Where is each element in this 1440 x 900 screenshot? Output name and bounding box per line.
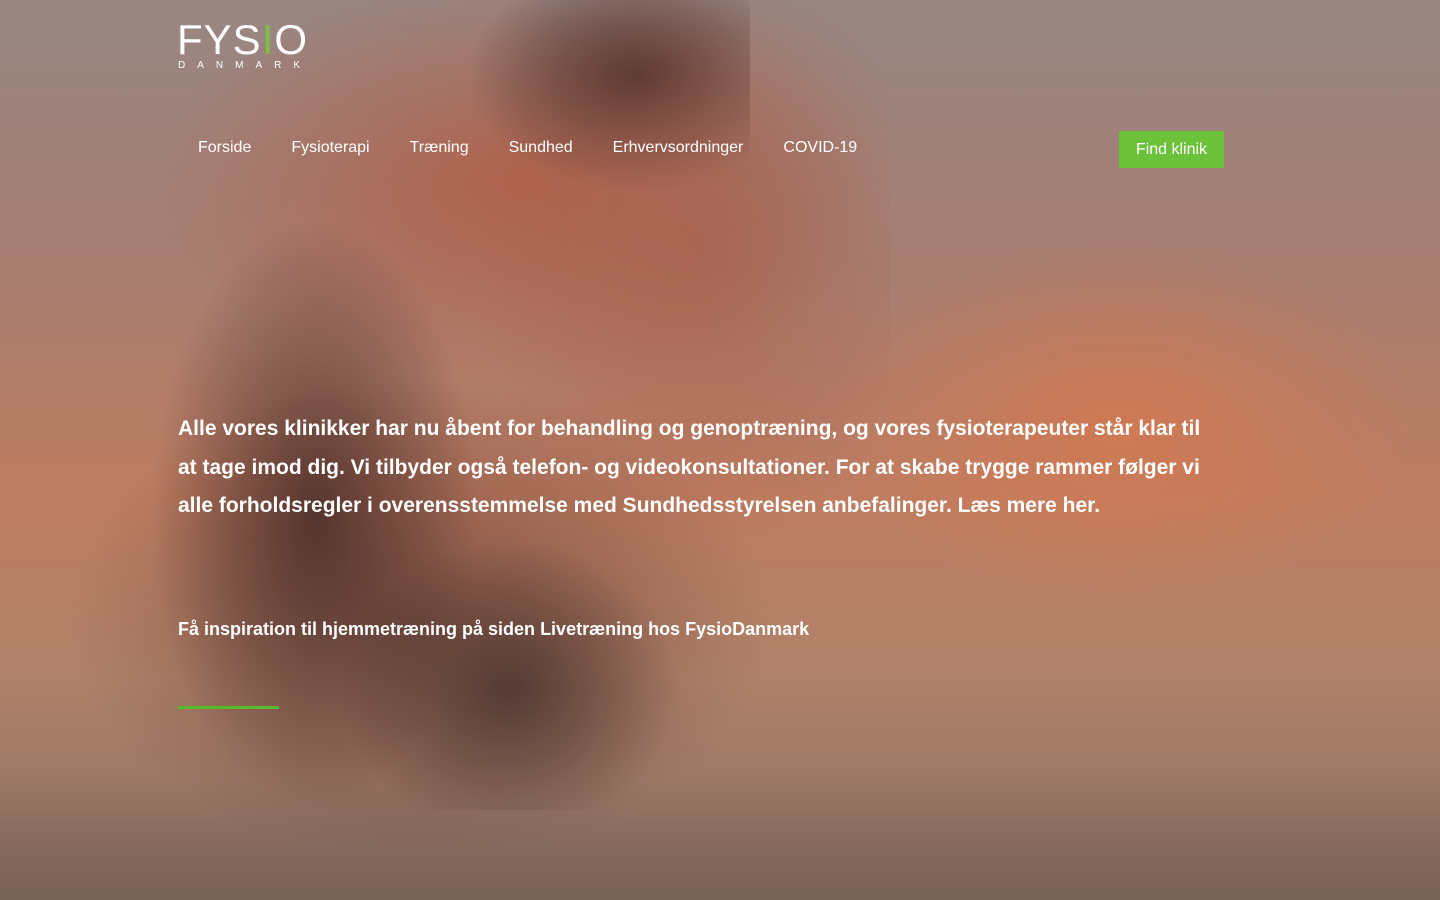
hero-background-road (0, 780, 1440, 900)
nav-item-sundhed[interactable]: Sundhed (509, 137, 573, 159)
brand-logo[interactable]: FYSIO DANMARK (177, 16, 313, 72)
nav-item-covid19[interactable]: COVID-19 (783, 137, 857, 159)
hero-background-shoe (340, 540, 680, 810)
hero-paragraph: Alle vores klinikker har nu åbent for be… (178, 410, 1208, 526)
green-divider (178, 706, 279, 709)
inspiration-prefix: Få inspiration til hjemmetræning på side… (178, 619, 541, 639)
inspiration-text: Få inspiration til hjemmetræning på side… (178, 616, 1078, 642)
livetraening-link[interactable]: Livetræning hos FysioDanmark (540, 619, 809, 639)
read-more-link[interactable]: Læs mere her. (958, 494, 1100, 517)
logo-subtitle: DANMARK (178, 60, 313, 71)
nav-item-erhvervsordninger[interactable]: Erhvervsordninger (613, 137, 744, 159)
find-clinic-button[interactable]: Find klinik (1119, 131, 1224, 168)
nav-item-forside[interactable]: Forside (198, 137, 251, 159)
nav-item-fysioterapi[interactable]: Fysioterapi (291, 137, 369, 159)
nav-item-traening[interactable]: Træning (410, 137, 469, 159)
logo-wordmark: FYSIO (177, 16, 309, 63)
hero-background-shorts (470, 0, 750, 190)
hero-section: FYSIO DANMARK Forside Fysioterapi Trænin… (0, 0, 1440, 900)
main-nav: Forside Fysioterapi Træning Sundhed Erhv… (198, 137, 897, 159)
